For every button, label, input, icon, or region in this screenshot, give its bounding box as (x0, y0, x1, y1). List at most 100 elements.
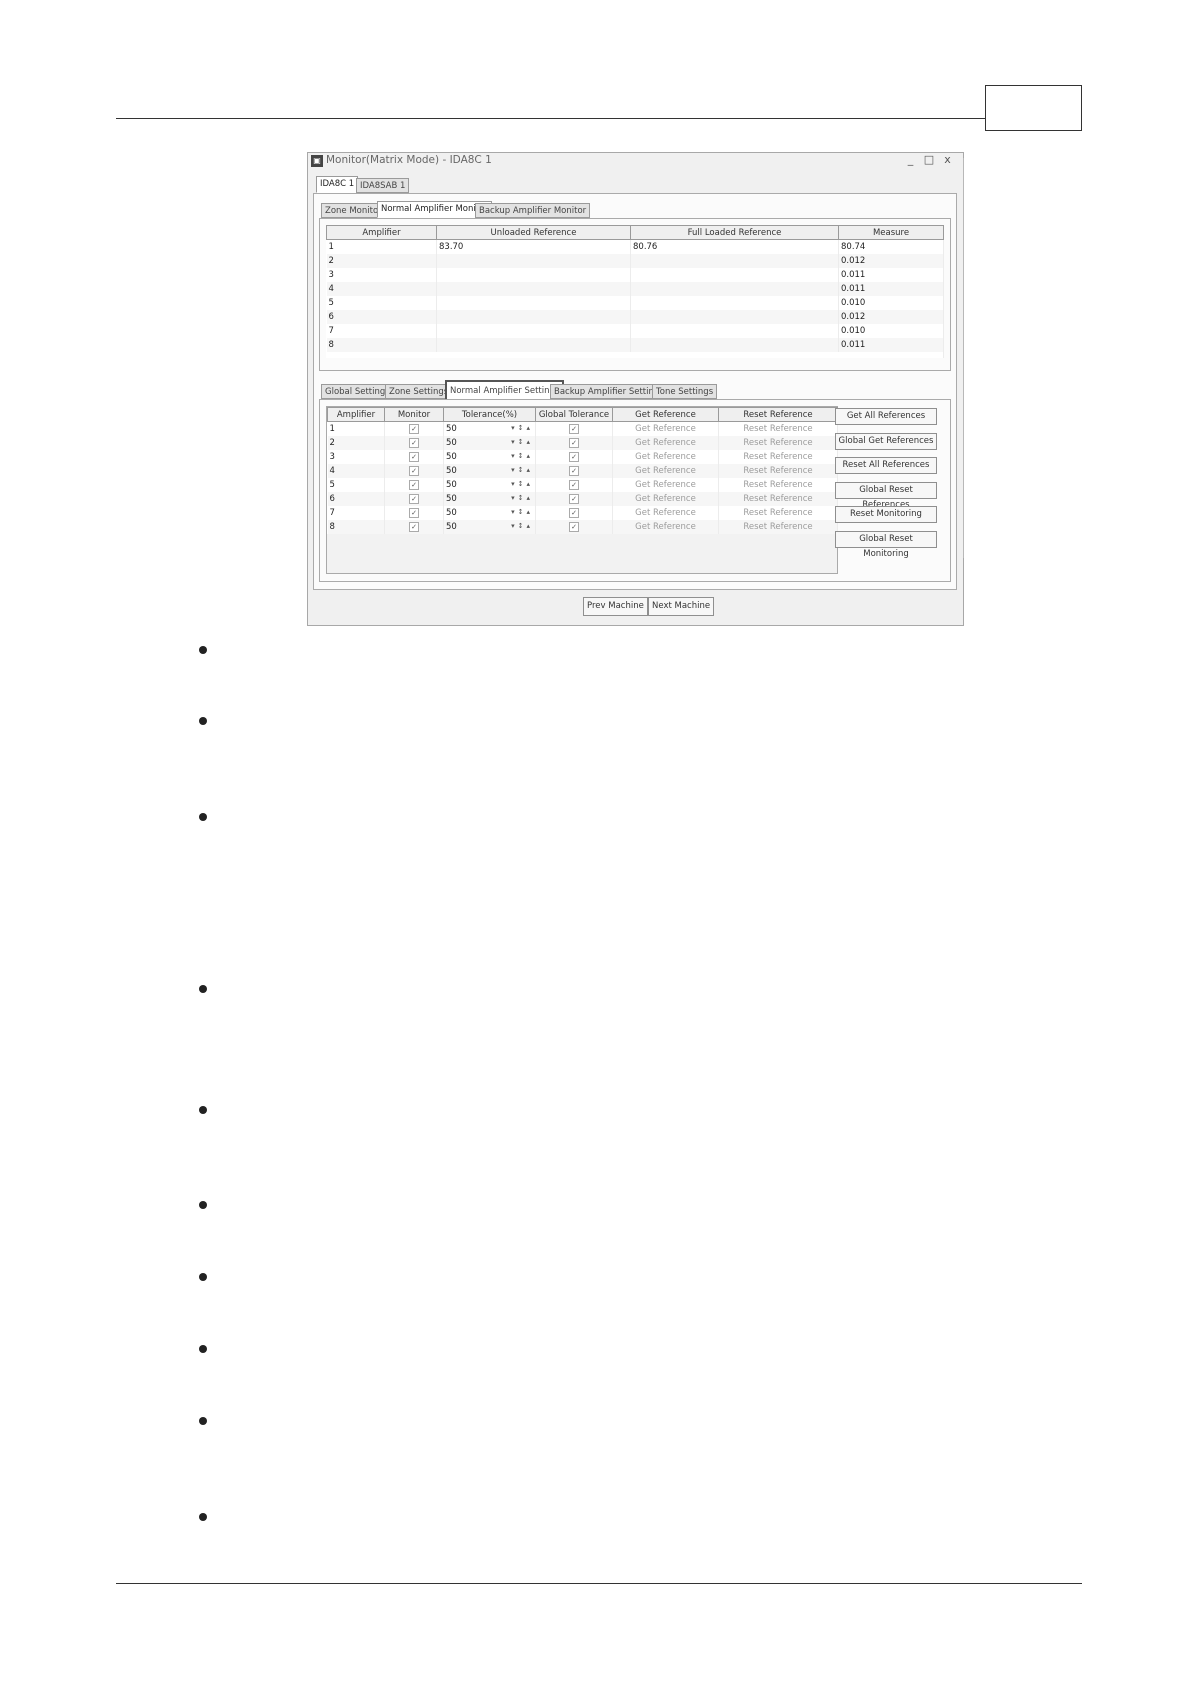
prev-machine-button[interactable]: Prev Machine (583, 597, 648, 616)
cell-amplifier: 2 (326, 254, 437, 268)
global-get-references-button[interactable]: Global Get References (835, 433, 937, 450)
reset-reference-button[interactable]: Reset Reference (718, 520, 838, 534)
monitor-checkbox[interactable]: ✓ (409, 452, 419, 462)
global-tolerance-checkbox[interactable]: ✓ (569, 452, 579, 462)
reset-all-references-button[interactable]: Reset All References (835, 457, 937, 474)
close-icon[interactable]: x (940, 153, 955, 166)
tolerance-spinner-icon[interactable]: ▾↕▴ (511, 508, 533, 516)
reset-reference-button[interactable]: Reset Reference (718, 421, 838, 436)
get-reference-button[interactable]: Get Reference (612, 436, 719, 450)
reset-reference-button[interactable]: Reset Reference (718, 450, 838, 464)
tab-ida8sab-1[interactable]: IDA8SAB 1 (356, 178, 410, 193)
tolerance-value[interactable]: 50 (446, 438, 457, 448)
table-spacer-cell (326, 352, 944, 358)
get-reference-button[interactable]: Get Reference (612, 492, 719, 506)
get-reference-button[interactable]: Get Reference (612, 520, 719, 534)
tab-global-settings[interactable]: Global Settings (321, 384, 394, 399)
tolerance-spinner-icon[interactable]: ▾↕▴ (511, 522, 533, 530)
get-all-references-button[interactable]: Get All References (835, 408, 937, 425)
table-row[interactable]: 5 0.010 (326, 296, 944, 310)
tab-tone-settings[interactable]: Tone Settings (652, 384, 718, 399)
global-tolerance-checkbox[interactable]: ✓ (569, 438, 579, 448)
next-machine-button[interactable]: Next Machine (648, 597, 715, 616)
get-reference-button[interactable]: Get Reference (612, 506, 719, 520)
cell-amplifier: 4 (327, 464, 385, 478)
tolerance-value[interactable]: 50 (446, 522, 457, 532)
get-reference-button[interactable]: Get Reference (612, 478, 719, 492)
table-row[interactable]: 4 ✓ 50 ▾↕▴ ✓ Get Reference Reset Reference (327, 464, 838, 478)
reset-reference-button[interactable]: Reset Reference (718, 492, 838, 506)
global-tolerance-checkbox[interactable]: ✓ (569, 494, 579, 504)
monitor-checkbox[interactable]: ✓ (409, 508, 419, 518)
tolerance-value[interactable]: 50 (446, 452, 457, 462)
tab-zone-monitor[interactable]: Zone Monitor (321, 203, 386, 218)
table-row[interactable]: 2 0.012 (326, 254, 944, 268)
tolerance-spinner-icon[interactable]: ▾↕▴ (511, 480, 533, 488)
table-row[interactable]: 3 0.011 (326, 268, 944, 282)
tab-zone-settings[interactable]: Zone Settings (385, 384, 453, 399)
table-row[interactable]: 2 ✓ 50 ▾↕▴ ✓ Get Reference Reset Reference (327, 436, 838, 450)
tolerance-spinner-icon[interactable]: ▾↕▴ (511, 424, 533, 432)
table-row[interactable]: 8 0.011 (326, 338, 944, 352)
table-row[interactable]: 5 ✓ 50 ▾↕▴ ✓ Get Reference Reset Reference (327, 478, 838, 492)
global-reset-references-button[interactable]: Global Reset References (835, 482, 937, 510)
tolerance-value[interactable]: 50 (446, 424, 457, 434)
monitor-table: Amplifier Unloaded Reference Full Loaded… (326, 225, 944, 358)
global-tolerance-checkbox[interactable]: ✓ (569, 424, 579, 434)
minimize-icon[interactable]: _ (903, 153, 918, 166)
cell-amplifier: 3 (327, 450, 385, 464)
reset-monitoring-button[interactable]: Reset Monitoring (835, 506, 937, 523)
monitor-checkbox[interactable]: ✓ (409, 480, 419, 490)
cell-amplifier: 3 (326, 268, 437, 282)
col-reset-reference: Reset Reference (718, 407, 838, 422)
get-reference-button[interactable]: Get Reference (612, 450, 719, 464)
table-row[interactable]: 1 ✓ 50 ▾↕▴ ✓ Get Reference Reset Reference (327, 421, 838, 436)
tolerance-spinner-icon[interactable]: ▾↕▴ (511, 452, 533, 460)
tab-ida8c-1[interactable]: IDA8C 1 (316, 176, 359, 193)
cell-measure: 0.012 (838, 310, 944, 324)
tolerance-value[interactable]: 50 (446, 494, 457, 504)
cell-monitor: ✓ (384, 464, 444, 478)
table-row[interactable]: 6 0.012 (326, 310, 944, 324)
get-reference-button[interactable]: Get Reference (612, 421, 719, 436)
reset-reference-button[interactable]: Reset Reference (718, 436, 838, 450)
tolerance-value[interactable]: 50 (446, 466, 457, 476)
table-row[interactable]: 4 0.011 (326, 282, 944, 296)
global-tolerance-checkbox[interactable]: ✓ (569, 480, 579, 490)
tolerance-spinner-icon[interactable]: ▾↕▴ (511, 494, 533, 502)
table-row[interactable]: 3 ✓ 50 ▾↕▴ ✓ Get Reference Reset Reference (327, 450, 838, 464)
tolerance-value[interactable]: 50 (446, 508, 457, 518)
bullet-marker (199, 1106, 207, 1114)
table-row[interactable]: 7 ✓ 50 ▾↕▴ ✓ Get Reference Reset Reference (327, 506, 838, 520)
get-reference-button[interactable]: Get Reference (612, 464, 719, 478)
footer-rule (116, 1583, 1082, 1584)
cell-measure: 0.011 (838, 338, 944, 352)
global-reset-monitoring-button[interactable]: Global Reset Monitoring (835, 531, 937, 559)
tab-backup-amplifier-monitor[interactable]: Backup Amplifier Monitor (475, 203, 591, 218)
tolerance-value[interactable]: 50 (446, 480, 457, 490)
global-tolerance-checkbox[interactable]: ✓ (569, 508, 579, 518)
reset-reference-button[interactable]: Reset Reference (718, 464, 838, 478)
cell-unloaded-reference (436, 296, 631, 310)
cell-monitor: ✓ (384, 478, 444, 492)
reset-reference-button[interactable]: Reset Reference (718, 506, 838, 520)
maximize-icon[interactable]: □ (922, 153, 937, 166)
cell-unloaded-reference: 83.70 (436, 239, 631, 254)
table-row[interactable]: 8 ✓ 50 ▾↕▴ ✓ Get Reference Reset Reference (327, 520, 838, 534)
tolerance-spinner-icon[interactable]: ▾↕▴ (511, 466, 533, 474)
monitor-checkbox[interactable]: ✓ (409, 466, 419, 476)
global-tolerance-checkbox[interactable]: ✓ (569, 522, 579, 532)
monitor-checkbox[interactable]: ✓ (409, 522, 419, 532)
tolerance-spinner-icon[interactable]: ▾↕▴ (511, 438, 533, 446)
global-tolerance-checkbox[interactable]: ✓ (569, 466, 579, 476)
tab-backup-amplifier-settings[interactable]: Backup Amplifier Settings (550, 384, 668, 399)
table-row[interactable]: 7 0.010 (326, 324, 944, 338)
monitor-checkbox[interactable]: ✓ (409, 494, 419, 504)
monitor-checkbox[interactable]: ✓ (409, 424, 419, 434)
table-row[interactable]: 6 ✓ 50 ▾↕▴ ✓ Get Reference Reset Reference (327, 492, 838, 506)
table-row[interactable]: 1 83.70 80.76 80.74 (326, 239, 944, 254)
cell-global-tolerance: ✓ (535, 506, 613, 520)
window-title: Monitor(Matrix Mode) - IDA8C 1 (326, 154, 492, 166)
reset-reference-button[interactable]: Reset Reference (718, 478, 838, 492)
monitor-checkbox[interactable]: ✓ (409, 438, 419, 448)
